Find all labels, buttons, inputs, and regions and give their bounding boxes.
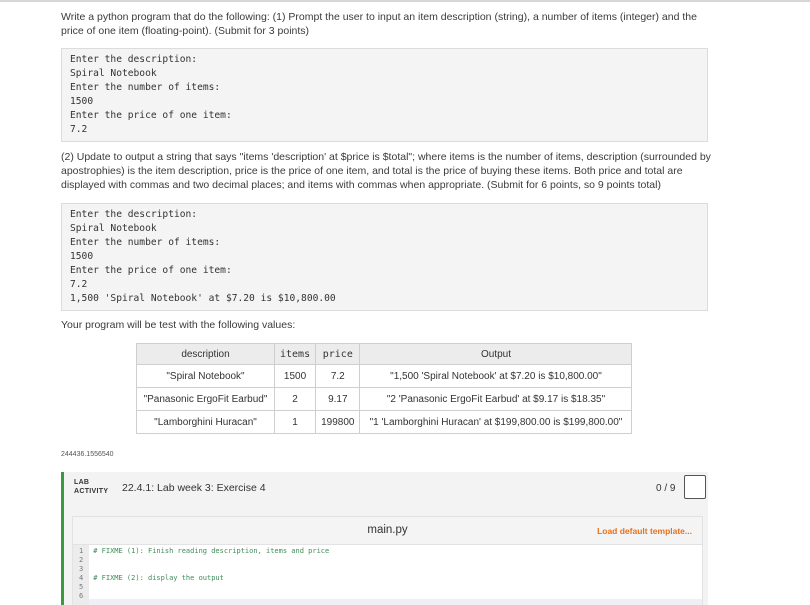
code-editor[interactable]: main.py Load default template... 1 # FIX… (72, 516, 703, 605)
intro-paragraph: Write a python program that do the follo… (61, 11, 697, 37)
col-header-output: Output (359, 343, 633, 365)
cell-description: "Lamborghini Huracan" (136, 410, 275, 434)
line-number: 4 (79, 574, 84, 582)
sample-line: 7.2 (70, 279, 88, 290)
cell-output: "1 'Lamborghini Huracan' at $199,800.00 … (359, 410, 633, 434)
col-header-price: price (315, 343, 361, 365)
lab-activity: LAB ACTIVITY 22.4.1: Lab week 3: Exercis… (61, 472, 708, 605)
code-text[interactable]: # FIXME (2): display the output (93, 574, 224, 582)
test-intro: Your program will be test with the follo… (61, 319, 296, 331)
sample-line: Enter the price of one item: (70, 110, 232, 121)
cell-items: 1500 (273, 364, 317, 388)
lab-tag-line2: ACTIVITY (74, 488, 109, 495)
cell-output: "1,500 'Spiral Notebook' at $7.20 is $10… (359, 364, 633, 388)
score-badge-icon (684, 475, 706, 499)
test-values-table: description items price Output "Spiral N… (136, 343, 633, 434)
col-header-items: items (273, 343, 317, 365)
sample-line: 1500 (70, 96, 94, 107)
sample-output-1: Enter the description: Spiral Notebook E… (61, 48, 708, 142)
cell-price: 7.2 (315, 364, 361, 388)
table-row: "Spiral Notebook" 1500 7.2 "1,500 'Spira… (136, 364, 633, 388)
table-row: "Panasonic ErgoFit Earbud" 2 9.17 "2 'Pa… (136, 387, 633, 411)
line-number: 1 (79, 547, 84, 555)
code-line[interactable]: 1 # FIXME (1): Finish reading descriptio… (79, 547, 329, 556)
sample-output-2: Enter the description: Spiral Notebook E… (61, 203, 708, 311)
code-line[interactable]: 4 # FIXME (2): display the output (79, 574, 329, 583)
table-row: "Lamborghini Huracan" 1 199800 "1 'Lambo… (136, 410, 633, 434)
sample-line: 7.2 (70, 124, 88, 135)
cell-price: 199800 (315, 410, 361, 434)
cell-description: "Spiral Notebook" (136, 364, 275, 388)
code-lines[interactable]: 1 # FIXME (1): Finish reading descriptio… (79, 547, 329, 601)
sample-line: Enter the number of items: (70, 82, 221, 93)
lab-title: 22.4.1: Lab week 3: Exercise 4 (122, 482, 266, 494)
code-text[interactable]: # FIXME (1): Finish reading description,… (93, 547, 329, 555)
line-number: 6 (79, 592, 84, 600)
cell-items: 2 (273, 387, 317, 411)
cell-items: 1 (273, 410, 317, 434)
line-number: 2 (79, 556, 84, 564)
code-line[interactable]: 2 (79, 556, 329, 565)
activity-id: 244436.1556540 (61, 451, 114, 458)
line-number: 5 (79, 583, 84, 591)
lab-activity-tag: LAB ACTIVITY (74, 478, 108, 496)
lab-score: 0 / 9 (656, 483, 676, 494)
editor-toolbar: main.py Load default template... (73, 517, 702, 545)
cell-output: "2 'Panasonic ErgoFit Earbud' at $9.17 i… (359, 387, 633, 411)
load-default-template-link[interactable]: Load default template... (597, 526, 692, 536)
cell-price: 9.17 (315, 387, 361, 411)
sample-line: Enter the price of one item: (70, 265, 232, 276)
code-line[interactable]: 6 (79, 592, 329, 601)
sample-line: Enter the description: (70, 209, 198, 220)
sample-line: Spiral Notebook (70, 68, 157, 79)
code-line[interactable]: 3 (79, 565, 329, 574)
sample-line: Spiral Notebook (70, 223, 157, 234)
sample-line: 1500 (70, 251, 94, 262)
sample-line: Enter the description: (70, 54, 198, 65)
col-header-description: description (136, 343, 275, 365)
lab-tag-line1: LAB (74, 479, 90, 486)
cell-description: "Panasonic ErgoFit Earbud" (136, 387, 275, 411)
top-divider (0, 0, 810, 2)
part2-paragraph: (2) Update to output a string that says … (61, 151, 711, 191)
line-number: 3 (79, 565, 84, 573)
sample-line: 1,500 'Spiral Notebook' at $7.20 is $10,… (70, 293, 336, 304)
sample-line: Enter the number of items: (70, 237, 221, 248)
code-line[interactable]: 5 (79, 583, 329, 592)
lab-header: LAB ACTIVITY 22.4.1: Lab week 3: Exercis… (64, 472, 708, 504)
